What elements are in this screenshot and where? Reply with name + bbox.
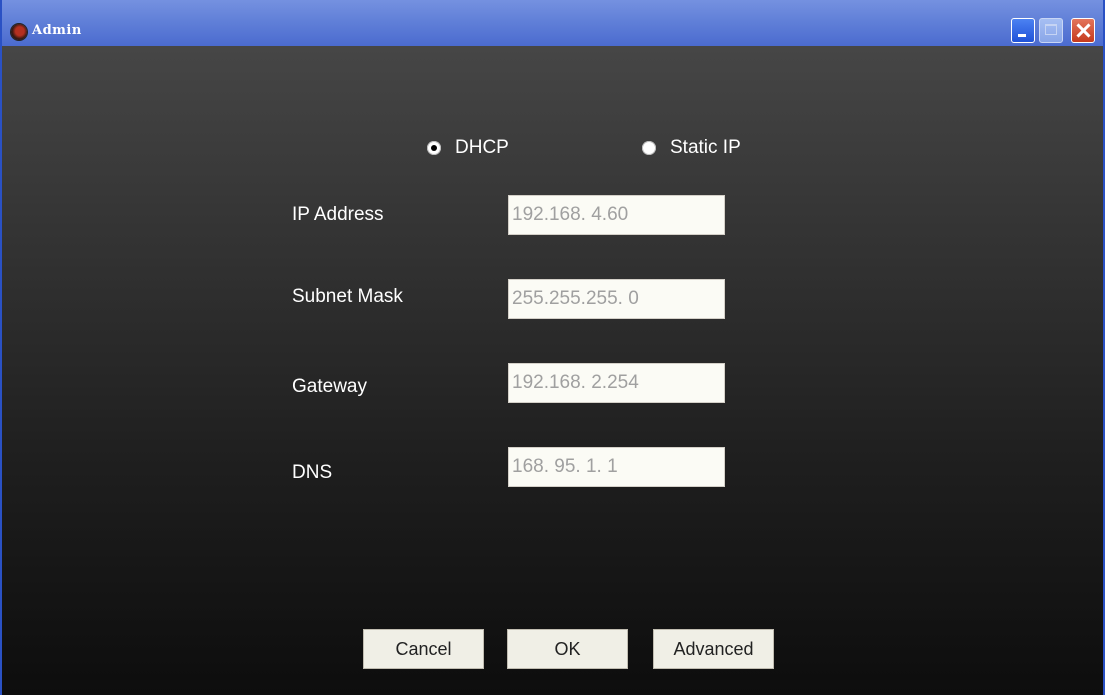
network-settings-panel: DHCP Static IP IP Address 192.168. 4.60 … bbox=[2, 46, 1103, 695]
minimize-button[interactable] bbox=[1011, 18, 1035, 43]
dhcp-radio[interactable]: DHCP bbox=[427, 137, 509, 159]
maximize-button[interactable] bbox=[1039, 18, 1063, 43]
ip-address-field[interactable]: 192.168. 4.60 bbox=[508, 195, 725, 235]
app-icon[interactable] bbox=[11, 24, 27, 40]
admin-window: Admin DHCP Static IP IP Address 192.168.… bbox=[0, 0, 1105, 695]
dns-label: DNS bbox=[292, 462, 333, 483]
ip-address-label: IP Address bbox=[292, 204, 384, 225]
radio-checked-icon[interactable] bbox=[427, 141, 441, 155]
subnet-mask-label: Subnet Mask bbox=[292, 286, 403, 307]
ok-button[interactable]: OK bbox=[507, 629, 628, 669]
cancel-button[interactable]: Cancel bbox=[363, 629, 484, 669]
close-button[interactable] bbox=[1071, 18, 1095, 43]
radio-unchecked-icon[interactable] bbox=[642, 141, 656, 155]
static-ip-label: Static IP bbox=[670, 137, 741, 158]
dns-field[interactable]: 168. 95. 1. 1 bbox=[508, 447, 725, 487]
window-title: Admin bbox=[32, 23, 82, 38]
advanced-button[interactable]: Advanced bbox=[653, 629, 774, 669]
subnet-mask-field[interactable]: 255.255.255. 0 bbox=[508, 279, 725, 319]
gateway-field[interactable]: 192.168. 2.254 bbox=[508, 363, 725, 403]
gateway-label: Gateway bbox=[292, 376, 367, 397]
title-bar[interactable]: Admin bbox=[2, 0, 1103, 46]
dhcp-label: DHCP bbox=[455, 137, 509, 158]
static-ip-radio[interactable]: Static IP bbox=[642, 137, 741, 159]
